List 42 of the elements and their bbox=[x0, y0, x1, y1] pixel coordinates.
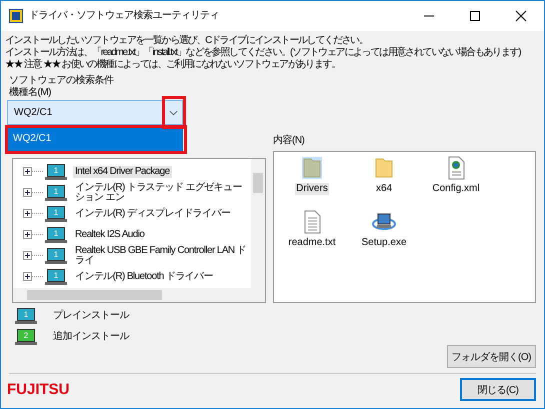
window-title: ドライバ・ソフトウェア検索ユーティリティ bbox=[29, 10, 219, 22]
expand-icon[interactable] bbox=[23, 209, 43, 218]
laptop-icon: 1 bbox=[45, 164, 67, 180]
instruction-text: インストール方法は、「readme.txt」「install.txt」などを参照してください。(ソフトウェアによっては用意されていない場合もあります) bbox=[5, 47, 520, 58]
tree-item[interactable]: インテル(R) Bluetooth ドライバー bbox=[73, 270, 215, 282]
tree-item[interactable]: インテル(R) トラステッド エグゼキューション エン bbox=[73, 182, 249, 204]
field-label: 機種名(M) bbox=[9, 87, 51, 99]
file-name[interactable]: Setup.exe bbox=[360, 237, 408, 249]
app-icon bbox=[9, 9, 23, 23]
contents-label: 内容(N) bbox=[273, 135, 304, 147]
tree-item[interactable]: インテル(R) ディスプレイドライバー bbox=[73, 208, 232, 220]
dropdown-option[interactable]: WQ2/C1 bbox=[7, 127, 183, 151]
status-color: 2 bbox=[17, 329, 35, 342]
fujitsu-logo: FUJITSU bbox=[7, 384, 70, 396]
model-dropdown[interactable]: WQ2/C1 bbox=[7, 100, 183, 125]
expand-icon[interactable] bbox=[23, 188, 43, 197]
laptop-icon: 1 bbox=[45, 248, 67, 264]
file-name[interactable]: x64 bbox=[374, 183, 394, 195]
instruction-text: インストールしたいソフトウェアを一覧から選び、Cドライブにインストールしてください。 bbox=[5, 35, 368, 46]
expand-icon[interactable] bbox=[23, 230, 43, 239]
expand-icon[interactable] bbox=[23, 167, 43, 176]
horizontal-scrollbar[interactable] bbox=[13, 288, 265, 302]
expand-icon[interactable] bbox=[23, 272, 43, 281]
laptop-icon: 1 bbox=[45, 268, 67, 284]
section-heading: ソフトウェアの検索条件 bbox=[9, 75, 114, 86]
open-folder-button[interactable]: フォルダを開く(O) bbox=[446, 345, 536, 368]
file-name[interactable]: readme.txt bbox=[287, 237, 337, 249]
legend-label: 追加インストール bbox=[53, 331, 129, 343]
tree-item[interactable]: Realtek I2S Audio bbox=[73, 228, 146, 240]
legend-label: プレインストール bbox=[53, 310, 129, 322]
vertical-scrollbar[interactable] bbox=[251, 159, 265, 288]
file-name[interactable]: Drivers bbox=[295, 183, 329, 195]
laptop-icon: 1 bbox=[45, 226, 67, 242]
file-name[interactable]: Config.xml bbox=[431, 183, 481, 195]
status-color: 1 bbox=[17, 308, 35, 321]
tree-item[interactable]: Intel x64 Driver Package bbox=[73, 166, 172, 178]
laptop-icon: 1 bbox=[45, 206, 67, 222]
expand-icon[interactable] bbox=[23, 251, 43, 260]
close-dialog-button[interactable]: 閉じる(C) bbox=[460, 378, 536, 401]
tree-item[interactable]: Realtek USB GBE Family Controller LAN ドライ bbox=[73, 244, 249, 266]
instruction-text: ★★ 注意 ★★ お使いの機種によっては、ご利用になれないソフトウェアがあります。 bbox=[5, 59, 340, 71]
laptop-icon: 1 bbox=[45, 184, 67, 200]
